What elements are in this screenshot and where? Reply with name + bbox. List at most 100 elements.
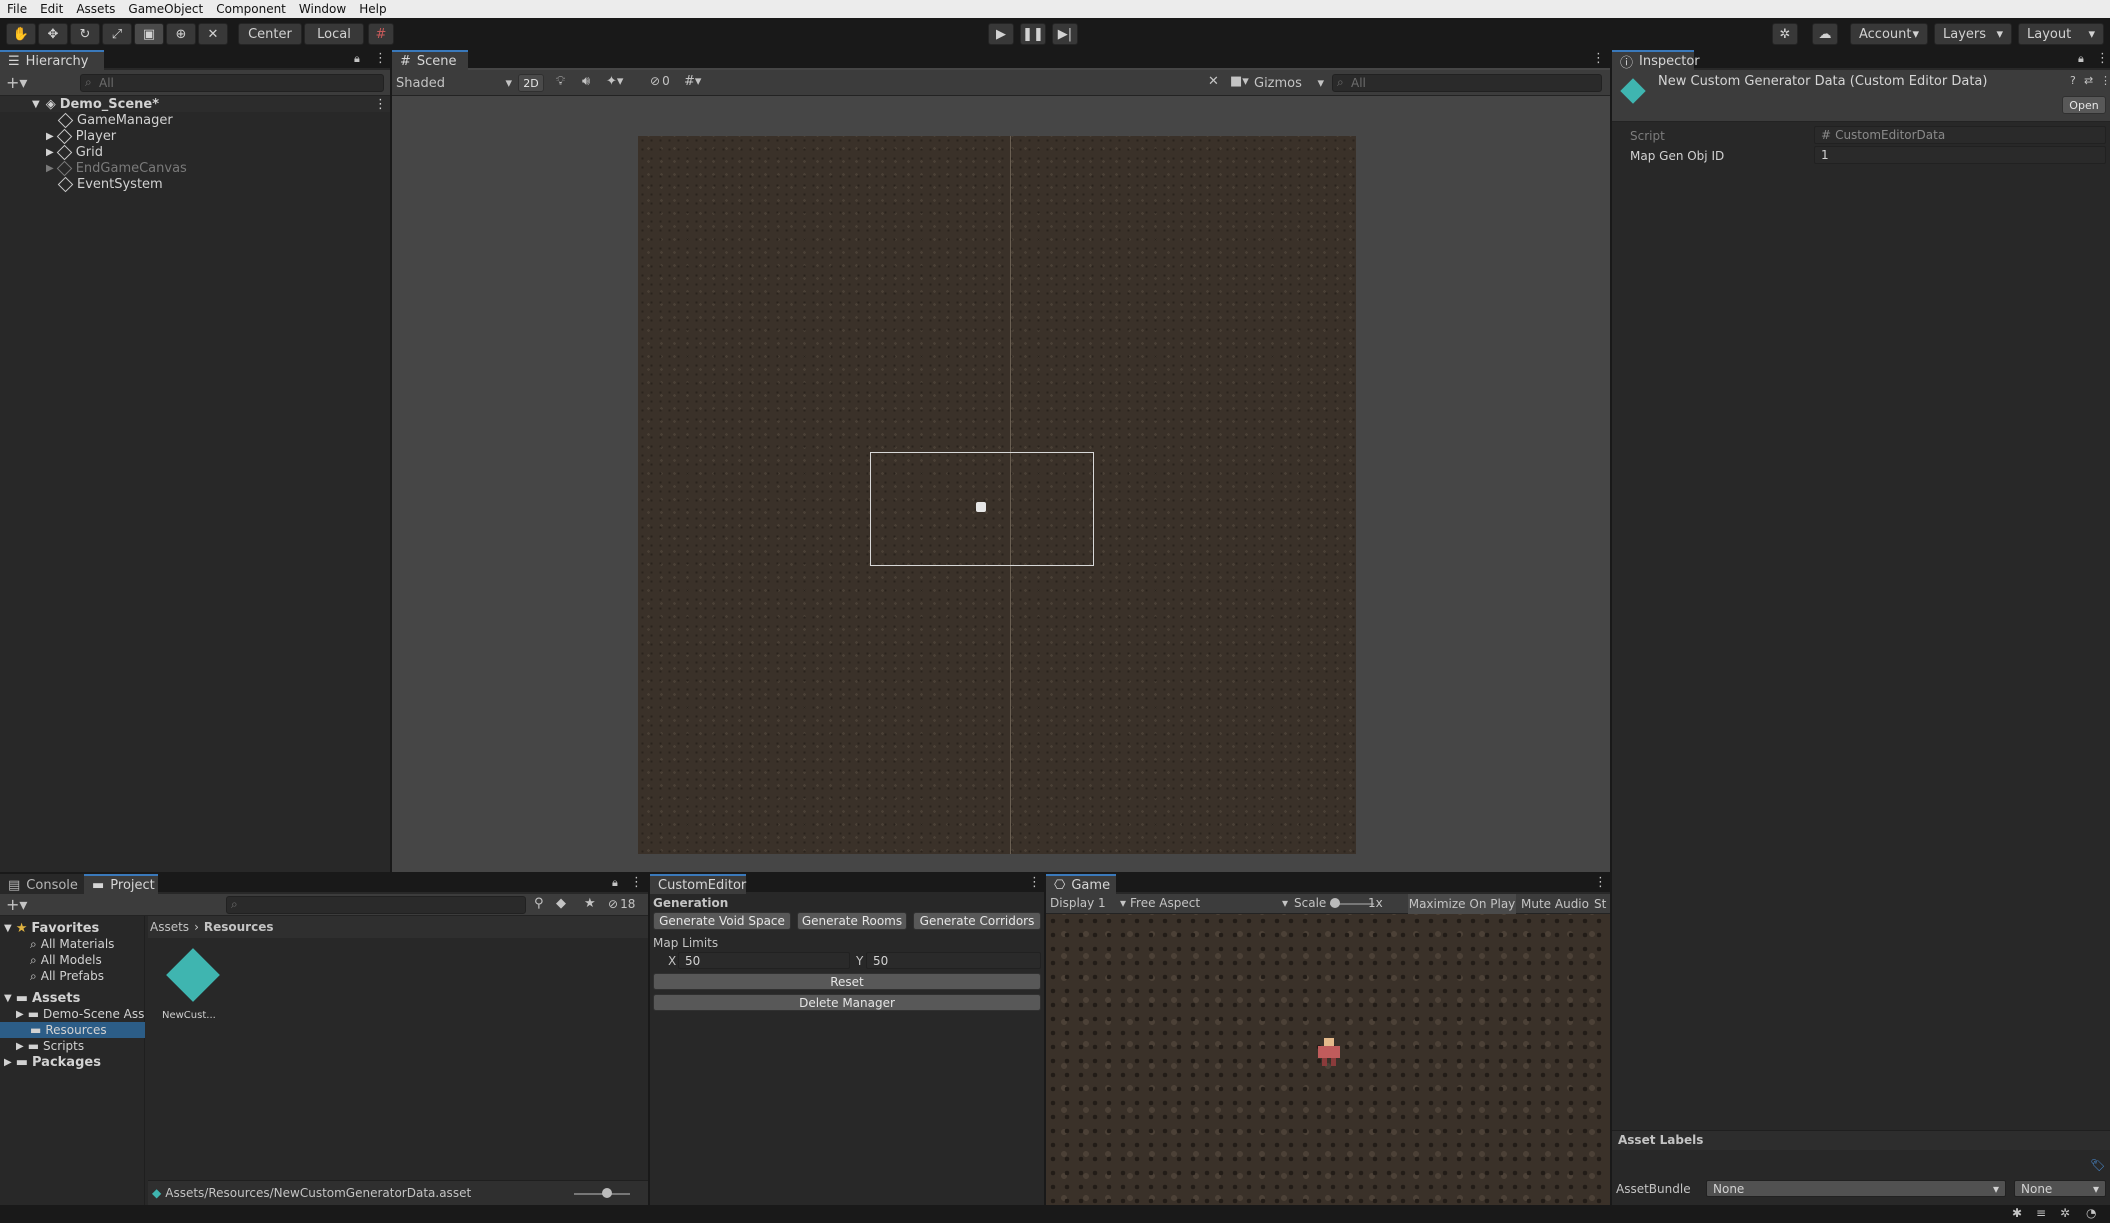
- hierarchy-item-eventsystem[interactable]: EventSystem: [0, 176, 390, 192]
- hidden-objects-toggle[interactable]: ⊘ 0: [650, 74, 670, 88]
- kebab-menu-icon[interactable]: ⋮: [1594, 875, 1607, 890]
- maximize-on-play-toggle[interactable]: Maximize On Play: [1408, 894, 1516, 914]
- camera-icon[interactable]: ■▾: [1230, 74, 1249, 89]
- pause-button[interactable]: ❚❚: [1020, 23, 1046, 45]
- grid-toggle-icon[interactable]: #▾: [684, 74, 701, 89]
- kebab-menu-icon[interactable]: ⋮: [2096, 51, 2109, 66]
- scale-slider-knob[interactable]: [1330, 898, 1340, 908]
- grid-snap-button[interactable]: #: [368, 23, 394, 45]
- reset-button[interactable]: Reset: [653, 973, 1041, 990]
- map-gen-field[interactable]: 1: [1814, 146, 2106, 164]
- aspect-dropdown[interactable]: Free Aspect ▾: [1130, 896, 1288, 910]
- search-by-label-icon[interactable]: ◆: [556, 896, 566, 911]
- pivot-center-button[interactable]: Center: [238, 23, 302, 45]
- add-icon[interactable]: +▾: [6, 895, 27, 914]
- expand-arrow-icon[interactable]: ▶: [46, 131, 54, 142]
- search-by-type-icon[interactable]: ⚲: [534, 896, 544, 911]
- debug-icon[interactable]: ✲: [2060, 1206, 2070, 1220]
- kebab-menu-icon[interactable]: ⋮: [374, 97, 387, 112]
- tools-icon[interactable]: ✕: [1208, 74, 1219, 89]
- audio-icon[interactable]: 🔊︎: [582, 74, 590, 89]
- asset-folder[interactable]: ▶ ▬ Demo-Scene Ass: [0, 1006, 145, 1022]
- stats-toggle[interactable]: St: [1594, 894, 1610, 914]
- move-tool-button[interactable]: ✥: [38, 23, 68, 45]
- favorite-item[interactable]: ⌕ All Materials: [0, 936, 145, 952]
- menu-edit[interactable]: Edit: [33, 2, 69, 16]
- transform-tool-button[interactable]: ⊕: [166, 23, 196, 45]
- breadcrumb-current[interactable]: Resources: [204, 920, 274, 934]
- variant-dropdown[interactable]: None ▾: [2014, 1180, 2106, 1197]
- shading-dropdown[interactable]: Shaded ▾: [396, 74, 512, 92]
- menu-gameobject[interactable]: GameObject: [121, 2, 209, 16]
- lock-icon[interactable]: 🔒︎: [354, 52, 360, 66]
- favorites-row[interactable]: ▼ ★ Favorites: [0, 920, 145, 936]
- player-sprite[interactable]: [976, 502, 986, 512]
- effects-icon[interactable]: ✦▾: [606, 74, 623, 89]
- rotate-tool-button[interactable]: ↻: [70, 23, 100, 45]
- hierarchy-item-player[interactable]: ▶ Player: [0, 128, 390, 144]
- hand-tool-button[interactable]: ✋: [6, 23, 36, 45]
- breadcrumb-root[interactable]: Assets: [150, 920, 189, 934]
- add-icon[interactable]: +▾: [6, 73, 27, 92]
- label-tag-icon[interactable]: 🏷︎: [2090, 1158, 2105, 1172]
- hidden-packages-toggle[interactable]: ⊘ 18: [608, 897, 635, 911]
- packages-row[interactable]: ▶ ▬ Packages: [0, 1054, 145, 1070]
- bug-icon[interactable]: ✱: [2012, 1206, 2022, 1220]
- lock-icon[interactable]: 🔒︎: [2078, 52, 2084, 66]
- custom-tool-button[interactable]: ✕: [198, 23, 228, 45]
- rect-tool-button[interactable]: ▣: [134, 23, 164, 45]
- menu-file[interactable]: File: [0, 2, 33, 16]
- 2d-toggle-button[interactable]: 2D: [518, 74, 544, 92]
- tab-project[interactable]: ▬ Project: [84, 874, 158, 894]
- asset-tile[interactable]: NewCust...: [160, 946, 224, 1028]
- hierarchy-item-endgamecanvas[interactable]: ▶ EndGameCanvas: [0, 160, 390, 176]
- step-button[interactable]: ▶|: [1052, 23, 1078, 45]
- kebab-menu-icon[interactable]: ⋮: [1028, 875, 1041, 890]
- menu-assets[interactable]: Assets: [69, 2, 121, 16]
- services-button[interactable]: ✲: [1772, 23, 1798, 45]
- assetbundle-dropdown[interactable]: None ▾: [1706, 1180, 2006, 1197]
- game-view[interactable]: [1046, 914, 1610, 1205]
- play-button[interactable]: ▶: [988, 23, 1014, 45]
- delete-manager-button[interactable]: Delete Manager: [653, 994, 1041, 1011]
- hierarchy-item-grid[interactable]: ▶ Grid: [0, 144, 390, 160]
- layout-dropdown[interactable]: Layout ▾: [2018, 23, 2104, 45]
- tab-game[interactable]: ⎔ Game: [1046, 874, 1116, 894]
- asset-folder[interactable]: ▶ ▬ Scripts: [0, 1038, 145, 1054]
- hierarchy-scene-row[interactable]: ▼ ◈ Demo_Scene* ⋮: [0, 96, 390, 112]
- scale-tool-button[interactable]: ⤢: [102, 23, 132, 45]
- tab-console[interactable]: ▤ Console: [0, 874, 84, 894]
- lighting-icon[interactable]: 💡︎: [556, 74, 565, 89]
- preset-icon[interactable]: ⇄: [2084, 74, 2093, 87]
- tab-scene[interactable]: # Scene: [392, 50, 468, 70]
- display-dropdown[interactable]: Display 1 ▾: [1050, 896, 1126, 910]
- hierarchy-search-input[interactable]: ⌕ All: [80, 74, 384, 92]
- kebab-menu-icon[interactable]: ⋮: [1592, 51, 1605, 66]
- y-field[interactable]: 50: [866, 952, 1041, 969]
- x-field[interactable]: 50: [678, 952, 850, 969]
- menu-help[interactable]: Help: [352, 2, 392, 16]
- kebab-menu-icon[interactable]: ⋮: [630, 875, 643, 890]
- favorite-item[interactable]: ⌕ All Models: [0, 952, 145, 968]
- gizmos-dropdown[interactable]: Gizmos ▾: [1254, 74, 1324, 92]
- database-icon[interactable]: ≡: [2036, 1206, 2046, 1220]
- tab-hierarchy[interactable]: ☰ Hierarchy: [0, 50, 104, 70]
- icon-size-slider-knob[interactable]: [602, 1188, 612, 1198]
- generate-corridors-button[interactable]: Generate Corridors: [913, 912, 1041, 930]
- lock-icon[interactable]: 🔒︎: [612, 876, 618, 890]
- account-dropdown[interactable]: Account ▾: [1850, 23, 1928, 45]
- cloud-button[interactable]: ☁: [1812, 23, 1838, 45]
- generate-rooms-button[interactable]: Generate Rooms: [797, 912, 907, 930]
- pivot-local-button[interactable]: Local: [304, 23, 364, 45]
- tab-inspector[interactable]: ⓘ Inspector: [1612, 50, 1700, 71]
- open-button[interactable]: Open: [2062, 96, 2106, 114]
- progress-icon[interactable]: ◔: [2086, 1206, 2096, 1220]
- favorite-item[interactable]: ⌕ All Prefabs: [0, 968, 145, 984]
- expand-arrow-icon[interactable]: ▶: [46, 163, 54, 174]
- project-search-input[interactable]: ⌕: [226, 896, 526, 914]
- expand-arrow-icon[interactable]: ▶: [46, 147, 54, 158]
- tab-custom-editor[interactable]: CustomEditor: [650, 874, 746, 894]
- scene-search-input[interactable]: ⌕ All: [1332, 74, 1602, 92]
- kebab-menu-icon[interactable]: ⋮: [2100, 74, 2110, 87]
- menu-window[interactable]: Window: [292, 2, 352, 16]
